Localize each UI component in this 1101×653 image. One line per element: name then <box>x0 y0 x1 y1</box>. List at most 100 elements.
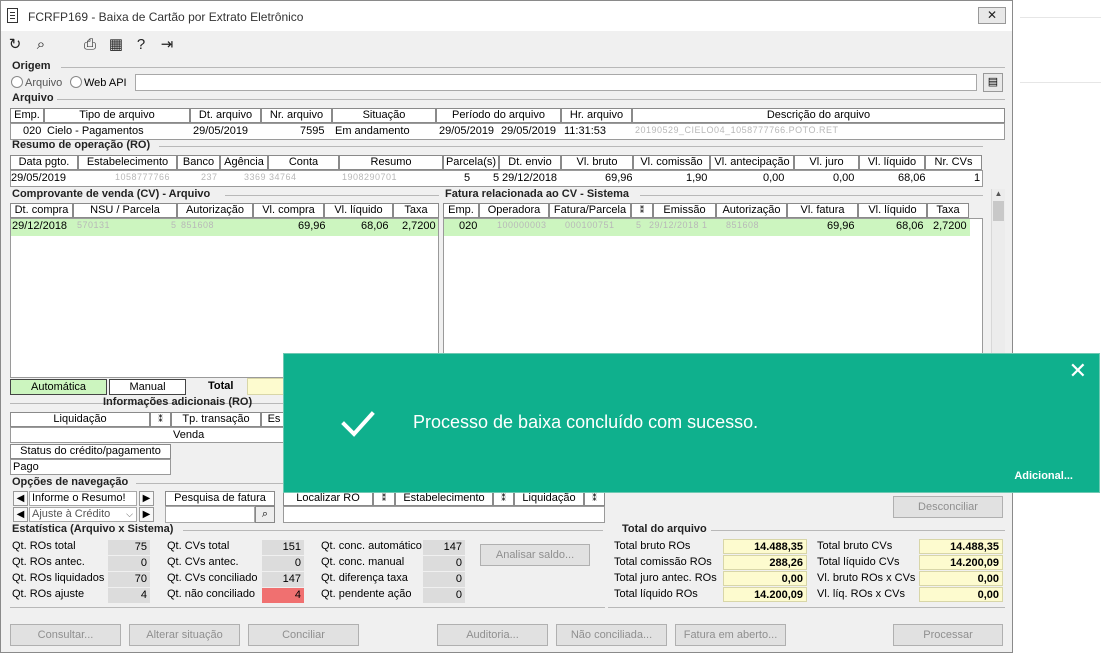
next-icon[interactable]: ▶ <box>139 491 154 506</box>
prev-icon[interactable]: ◀ <box>13 491 28 506</box>
localizar-row[interactable] <box>283 506 605 523</box>
col-header[interactable]: Vl. líquido <box>858 203 927 218</box>
col-header[interactable]: Localizar RO <box>283 491 373 506</box>
fatura-em-aberto-button[interactable]: Fatura em aberto... <box>675 624 786 646</box>
cell-tp: Venda <box>173 429 205 441</box>
col-header[interactable]: Estabelecimento <box>395 491 493 506</box>
col-header[interactable]: Emp. <box>443 203 479 218</box>
col-header[interactable]: Parcela(s) <box>443 155 499 170</box>
col-header[interactable]: Agência <box>220 155 268 170</box>
sort-icon[interactable]: ⁑ <box>493 491 514 506</box>
desconciliar-button[interactable]: Desconciliar <box>893 496 1003 518</box>
prev-icon[interactable]: ◀ <box>13 507 28 522</box>
col-header[interactable]: Data pgto. <box>10 155 78 170</box>
col-header[interactable]: Autorização <box>177 203 253 218</box>
main-window: FCRFP169 - Baixa de Cartão por Extrato E… <box>0 0 1013 653</box>
ajuste-select[interactable]: Ajuste à Crédito ⌵ <box>29 507 137 522</box>
help-icon[interactable]: ? <box>131 35 151 55</box>
file-path-input[interactable] <box>135 74 977 91</box>
radio-webapi[interactable]: Web API <box>70 76 127 89</box>
table-row[interactable]: Venda <box>10 427 287 443</box>
col-header[interactable]: Vl. líquido <box>859 155 925 170</box>
analisar-saldo-button[interactable]: Analisar saldo... <box>480 544 590 566</box>
col-header[interactable]: Banco <box>177 155 220 170</box>
table-row[interactable]: 020 100000003 000100751 5 29/12/2018 1 8… <box>444 219 970 236</box>
browse-file-icon[interactable]: ▤ <box>983 73 1003 92</box>
cell-agencia: 3369 <box>244 172 267 182</box>
col-header[interactable]: Dt. compra <box>10 203 73 218</box>
col-header[interactable]: Operadora <box>479 203 549 218</box>
col-header[interactable]: Situação <box>332 108 436 123</box>
col-header[interactable]: Tp. transação <box>171 412 261 427</box>
table-row[interactable]: Pago <box>10 459 171 475</box>
calendar-icon[interactable]: ▦ <box>106 35 126 55</box>
consultar-button[interactable]: Consultar... <box>10 624 121 646</box>
scrollbar[interactable]: ▲ <box>991 189 1005 369</box>
col-header[interactable]: Liquidação <box>514 491 584 506</box>
radio-arquivo[interactable]: Arquivo <box>11 76 62 89</box>
col-header[interactable]: Taxa <box>927 203 969 218</box>
col-header[interactable]: Hr. arquivo <box>561 108 632 123</box>
col-header[interactable]: Conta <box>268 155 339 170</box>
pesquisa-fatura-button[interactable]: Pesquisa de fatura <box>165 491 275 506</box>
cell-emp: 020 <box>23 125 42 137</box>
col-header[interactable]: Tipo de arquivo <box>44 108 190 123</box>
col-header[interactable]: Descrição do arquivo <box>632 108 1005 123</box>
conciliar-button[interactable]: Conciliar <box>248 624 359 646</box>
exit-icon[interactable]: ⇥ <box>157 35 177 55</box>
pesquisa-fatura-input[interactable] <box>165 506 255 523</box>
scroll-up-icon[interactable]: ▲ <box>994 189 1003 198</box>
close-icon[interactable]: ✕ <box>1069 360 1087 382</box>
col-header[interactable]: Vl. líquido <box>324 203 393 218</box>
col-header[interactable]: Liquidação <box>10 412 150 427</box>
col-header[interactable]: NSU / Parcela <box>73 203 177 218</box>
processar-button[interactable]: Processar <box>893 624 1003 646</box>
col-header[interactable]: Estabelecimento <box>78 155 177 170</box>
col-header[interactable]: Emissão <box>653 203 716 218</box>
sort-icon[interactable]: ⁑ <box>631 203 653 218</box>
table-row[interactable]: 29/05/2019 1058777766 237 3369 34764 190… <box>10 170 983 187</box>
cell-dt: 29/12/2018 <box>12 220 68 232</box>
chevron-down-icon: ⌵ <box>126 509 133 519</box>
search-icon[interactable]: ⌕ <box>31 35 51 55</box>
divider <box>225 195 439 196</box>
col-header[interactable]: Vl. juro <box>794 155 859 170</box>
alterar-situacao-button[interactable]: Alterar situação <box>129 624 240 646</box>
total-value: 0,00 <box>919 587 1003 602</box>
nao-conciliada-button[interactable]: Não conciliada... <box>556 624 667 646</box>
col-header[interactable]: Fatura/Parcela <box>549 203 631 218</box>
radio-icon <box>70 76 82 88</box>
sort-icon[interactable]: ⁑ <box>150 412 171 427</box>
table-row[interactable]: 020 Cielo - Pagamentos 29/05/2019 7595 E… <box>10 123 1005 140</box>
divider <box>608 607 1005 608</box>
refresh-icon[interactable]: ↻ <box>5 35 25 55</box>
col-header[interactable]: Status do crédito/pagamento <box>10 444 171 459</box>
col-header[interactable]: Vl. comissão <box>633 155 710 170</box>
table-row[interactable]: 29/12/2018 570131 5 851608 69,96 68,06 2… <box>11 219 438 236</box>
col-header[interactable]: Vl. compra <box>253 203 324 218</box>
col-header[interactable]: Nr. arquivo <box>261 108 332 123</box>
col-header[interactable]: Autorização <box>716 203 787 218</box>
print-icon[interactable]: ⎙ <box>80 35 100 55</box>
col-header[interactable]: Vl. fatura <box>787 203 858 218</box>
sort-icon[interactable]: ⁑ <box>584 491 605 506</box>
informe-resumo-field[interactable]: Informe o Resumo! <box>29 491 137 506</box>
success-toast: Processo de baixa concluído com sucesso.… <box>284 354 1099 492</box>
next-icon[interactable]: ▶ <box>139 507 154 522</box>
col-header[interactable]: Dt. envio <box>499 155 561 170</box>
col-header[interactable]: Período do arquivo <box>436 108 561 123</box>
sort-icon[interactable]: ⁑ <box>373 491 395 506</box>
col-header[interactable]: Dt. arquivo <box>190 108 261 123</box>
col-header[interactable]: Nr. CVs <box>925 155 982 170</box>
search-icon[interactable]: ⌕ <box>255 506 275 523</box>
scroll-thumb[interactable] <box>993 201 1004 221</box>
stat-label: Qt. diferença taxa <box>321 572 408 584</box>
close-window-button[interactable]: ✕ <box>978 7 1006 24</box>
auditoria-button[interactable]: Auditoria... <box>437 624 548 646</box>
col-header[interactable]: Taxa <box>393 203 439 218</box>
col-header[interactable]: Vl. antecipação <box>710 155 794 170</box>
col-header[interactable]: Vl. bruto <box>561 155 633 170</box>
col-header[interactable]: Emp. <box>10 108 44 123</box>
col-header[interactable]: Resumo <box>339 155 443 170</box>
adicional-link[interactable]: Adicional... <box>1014 470 1073 482</box>
